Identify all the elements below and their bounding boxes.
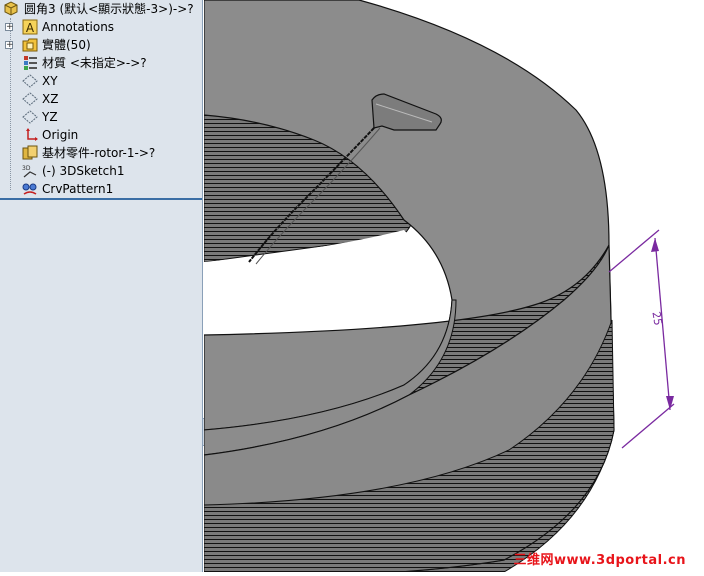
origin-icon	[26, 128, 38, 141]
height-dimension[interactable]	[608, 229, 675, 449]
part-icon	[4, 1, 18, 16]
expand-icon[interactable]: +	[5, 41, 14, 50]
tree-item-label: Origin	[42, 128, 79, 142]
solid-bodies-folder-icon	[22, 38, 38, 52]
svg-text:A: A	[26, 21, 35, 35]
feature-manager-tree: 圆角3 (默认<顯示狀態-3>)->? + A Annotations + 實體…	[0, 0, 203, 572]
plane-icon	[22, 92, 38, 106]
curve-pattern-icon	[22, 183, 37, 195]
tree-root-label: 圆角3 (默认<顯示狀態-3>)->?	[24, 2, 194, 16]
tree-item-label: XY	[42, 74, 58, 88]
tree-item-label: YZ	[42, 110, 58, 124]
base-part-icon	[22, 145, 38, 160]
material-icon	[24, 56, 37, 70]
svg-text:3D: 3D	[22, 165, 31, 172]
tree-item-label: 材質 <未指定>->?	[42, 56, 147, 70]
plane-icon	[22, 110, 38, 124]
annotations-icon: A	[22, 19, 38, 35]
tree-item-label: XZ	[42, 92, 59, 106]
tree-item-label: 實體(50)	[42, 38, 91, 52]
expand-icon[interactable]: +	[5, 23, 14, 32]
plane-icon	[22, 74, 38, 88]
dimension-value-label[interactable]: 25	[649, 310, 664, 326]
tree-item-label: (-) 3DSketch1	[42, 164, 125, 178]
model-view	[204, 0, 675, 572]
tree-item-label: Annotations	[42, 20, 115, 34]
tree-item-label: 基材零件-rotor-1->?	[42, 146, 156, 160]
graphics-viewport[interactable]: 25	[204, 0, 704, 572]
3d-sketch-icon: 3D	[22, 165, 37, 178]
tree-item-label: CrvPattern1	[42, 182, 114, 196]
rollback-bar[interactable]	[0, 198, 202, 200]
watermark-text: 三维网www.3dportal.cn	[513, 553, 686, 568]
